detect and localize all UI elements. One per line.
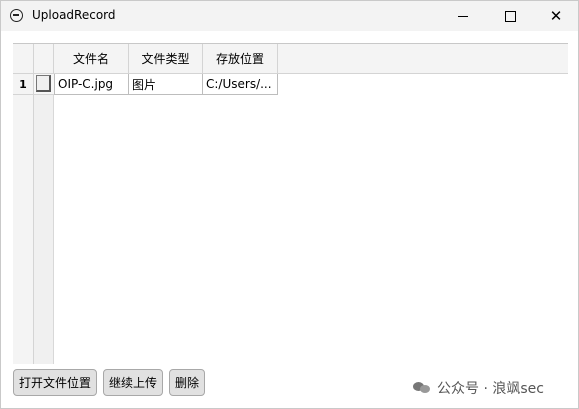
open-file-location-button[interactable]: 打开文件位置 bbox=[13, 369, 97, 396]
column-header-checkbox[interactable] bbox=[34, 44, 54, 73]
delete-button[interactable]: 删除 bbox=[169, 369, 205, 396]
column-header-location[interactable]: 存放位置 bbox=[203, 44, 278, 73]
table-corner[interactable] bbox=[13, 44, 34, 73]
window-title: UploadRecord bbox=[32, 8, 116, 22]
close-button[interactable]: ✕ bbox=[533, 1, 579, 31]
row-number[interactable]: 1 bbox=[13, 74, 33, 95]
column-header-filetype[interactable]: 文件类型 bbox=[129, 44, 203, 73]
cell-filetype[interactable]: 图片 bbox=[129, 74, 203, 95]
minimize-button[interactable] bbox=[440, 1, 486, 31]
row-header-column bbox=[13, 74, 34, 364]
maximize-button[interactable] bbox=[487, 1, 533, 31]
continue-upload-button[interactable]: 继续上传 bbox=[103, 369, 163, 396]
column-header-filename[interactable]: 文件名 bbox=[54, 44, 129, 73]
table-header: 文件名 文件类型 存放位置 bbox=[13, 44, 568, 74]
minimize-icon bbox=[458, 15, 468, 17]
title-bar[interactable]: UploadRecord ✕ bbox=[1, 1, 578, 31]
app-window: UploadRecord ✕ 文件名 文件类型 存放位置 1 OIP-C.jpg bbox=[0, 0, 579, 409]
table-body-area bbox=[54, 74, 568, 364]
close-icon: ✕ bbox=[549, 6, 563, 25]
app-icon bbox=[10, 9, 23, 22]
upload-record-table[interactable]: 文件名 文件类型 存放位置 1 OIP-C.jpg 图片 C:/Users/..… bbox=[13, 43, 568, 364]
watermark: 公众号 · 浪飒sec bbox=[413, 378, 544, 398]
row-checkbox[interactable] bbox=[36, 75, 51, 92]
cell-location[interactable]: C:/Users/... bbox=[203, 74, 278, 95]
maximize-icon bbox=[504, 10, 516, 22]
row-checkbox-cell[interactable] bbox=[34, 74, 54, 95]
checkbox-column bbox=[34, 74, 54, 364]
wechat-icon bbox=[413, 381, 431, 395]
cell-filename[interactable]: OIP-C.jpg bbox=[54, 74, 129, 95]
watermark-text: 公众号 · 浪飒sec bbox=[437, 381, 544, 397]
